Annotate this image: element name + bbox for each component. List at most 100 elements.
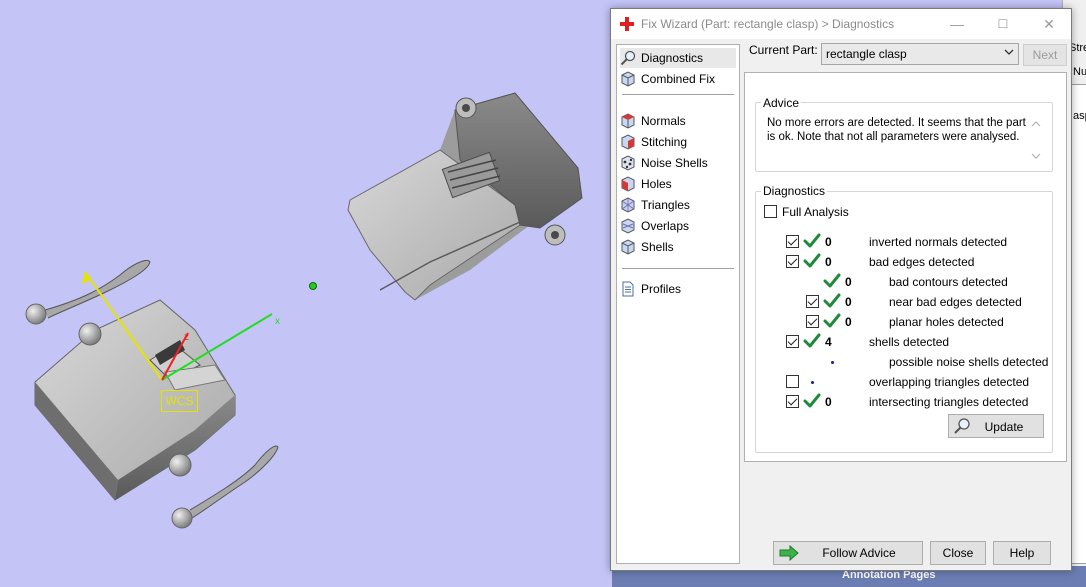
axis-z-label: z [184,332,189,343]
diagnostics-panel: Advice No more errors are detected. It s… [744,72,1067,462]
fix-wizard-nav: Diagnostics Combined Fix Normals Stitchi… [616,44,740,564]
bg-text-2: Nu [1073,66,1086,78]
part-upper-clasp [347,92,583,301]
follow-advice-label: Follow Advice [822,546,896,560]
update-label: Update [984,420,1024,434]
nav-item-combined-fix[interactable]: Combined Fix [620,69,736,89]
row-label: planar holes detected [889,315,1004,329]
row-label: intersecting triangles detected [869,395,1029,409]
nav-label: Diagnostics [641,51,704,65]
current-part-label: Current Part: [749,43,818,57]
nav-label: Shells [641,240,674,254]
nav-item-stitching[interactable]: Stitching [620,132,736,152]
overlaps-cube-icon [621,218,635,234]
row-count: 0 [845,275,852,289]
row-count: 0 [825,395,832,409]
row-label: shells detected [869,335,950,349]
nav-label: Triangles [641,198,690,212]
diagnostics-group-title: Diagnostics [761,184,828,198]
nav-divider [622,268,734,269]
nav-item-profiles[interactable]: Profiles [620,279,736,299]
nav-item-normals[interactable]: Normals [620,111,736,131]
row-checkbox[interactable] [786,255,799,268]
checkmark-icon [803,233,821,248]
advice-group-title: Advice [761,96,802,110]
row-count: 0 [845,315,852,329]
document-icon [622,281,634,297]
dialog-title: Fix Wizard (Part: rectangle clasp) > Dia… [641,17,895,31]
row-label: possible noise shells detected [889,355,1049,369]
status-dot [811,381,814,384]
nav-item-shells[interactable]: Shells [620,237,736,257]
nav-item-diagnostics[interactable]: Diagnostics [620,48,736,68]
full-analysis-label: Full Analysis [782,205,849,219]
advice-scrollbar[interactable] [1028,116,1044,164]
checkmark-icon [803,393,821,408]
row-checkbox[interactable] [786,375,799,388]
title-bar[interactable]: Fix Wizard (Part: rectangle clasp) > Dia… [611,9,1071,39]
triangles-cube-icon [621,197,635,213]
checkmark-icon [803,333,821,348]
row-label: bad contours detected [889,275,1008,289]
nav-item-noise-shells[interactable]: Noise Shells [620,153,736,173]
row-count: 0 [845,295,852,309]
close-button[interactable]: Close [930,541,986,565]
next-button[interactable]: Next [1023,44,1067,66]
viewport-scene: x z [25,92,583,529]
red-cross-icon [620,17,634,31]
row-checkbox[interactable] [786,335,799,348]
shells-cube-icon [621,239,635,255]
nav-label: Combined Fix [641,72,716,86]
row-label: bad edges detected [869,255,975,269]
row-count: 0 [825,255,832,269]
full-analysis-checkbox[interactable] [764,205,777,218]
cube-icon [621,71,635,87]
chevron-down-icon [1004,49,1014,55]
minimize-button[interactable]: — [937,12,977,36]
update-button[interactable]: Update [948,414,1044,438]
checkmark-icon [803,253,821,268]
checkmark-icon [823,293,841,308]
row-label: overlapping triangles detected [869,375,1030,389]
nav-label: Holes [641,177,672,191]
row-count: 4 [825,335,832,349]
current-part-select[interactable]: rectangle clasp [821,43,1019,65]
nav-item-triangles[interactable]: Triangles [620,195,736,215]
row-checkbox[interactable] [806,315,819,328]
current-part-value: rectangle clasp [826,47,907,61]
nav-divider [622,94,734,95]
magnifier-icon [620,50,636,66]
row-count: 0 [825,235,832,249]
3d-viewport[interactable]: x z WCS [0,0,612,587]
nav-label: Profiles [641,282,682,296]
noise-shells-icon [621,155,635,171]
part-lower-clasp [25,260,279,529]
nav-label: Normals [641,114,686,128]
arrow-right-icon [779,545,799,561]
row-label: inverted normals detected [869,235,1008,249]
bg-text-3: asp [1073,110,1086,122]
nav-label: Stitching [641,135,688,149]
checkmark-icon [823,273,841,288]
nav-label: Overlaps [641,219,690,233]
nav-item-holes[interactable]: Holes [620,174,736,194]
advice-text: No more errors are detected. It seems th… [767,117,1026,143]
row-checkbox[interactable] [786,395,799,408]
axis-x-label: x [275,316,280,327]
normals-cube-icon [621,113,635,129]
row-checkbox[interactable] [806,295,819,308]
stitching-cube-icon [621,134,635,150]
wcs-label: WCS [161,390,198,412]
checkmark-icon [823,313,841,328]
status-dot [831,361,834,364]
row-checkbox[interactable] [786,235,799,248]
close-window-button[interactable]: ✕ [1029,12,1069,36]
maximize-button[interactable]: ☐ [983,12,1023,36]
fix-wizard-dialog: Fix Wizard (Part: rectangle clasp) > Dia… [610,8,1072,571]
follow-advice-button[interactable]: Follow Advice [773,541,923,565]
nav-item-overlaps[interactable]: Overlaps [620,216,736,236]
row-label: near bad edges detected [889,295,1022,309]
help-button[interactable]: Help [993,541,1051,565]
holes-cube-icon [621,176,635,192]
origin-point [309,282,317,290]
